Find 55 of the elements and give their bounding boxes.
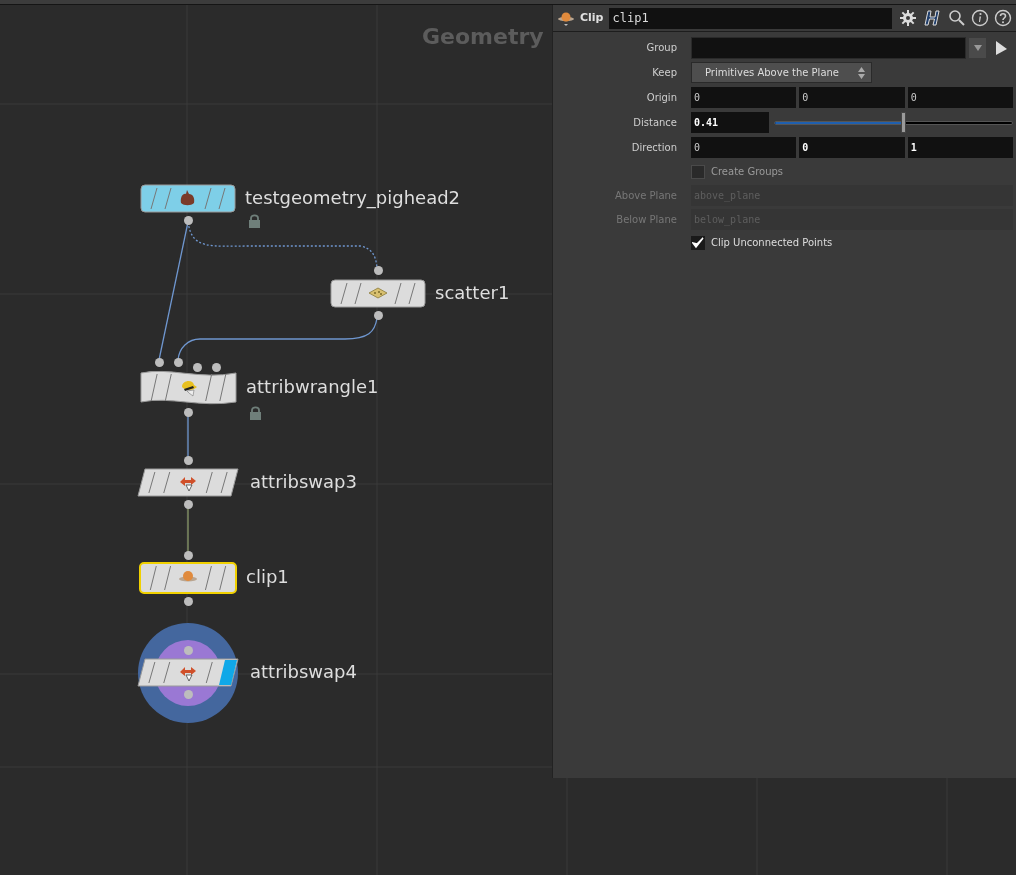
- output-connector[interactable]: [184, 408, 193, 417]
- output-connector[interactable]: [183, 216, 193, 225]
- input-connector[interactable]: [183, 645, 193, 655]
- checkbox-label: Clip Unconnected Points: [711, 236, 833, 250]
- info-icon[interactable]: [971, 9, 989, 27]
- number-field[interactable]: 0: [691, 137, 797, 158]
- h-logo-icon[interactable]: [923, 8, 943, 28]
- node-label: scatter1: [435, 283, 510, 302]
- node-label: attribswap4: [250, 662, 357, 681]
- checkbox-label: Create Groups: [711, 165, 784, 179]
- parameter-label: Below Plane: [615, 212, 677, 227]
- node-type-label: Clip: [579, 9, 605, 26]
- output-connector[interactable]: [183, 597, 193, 606]
- node-label: attribswap3: [250, 472, 357, 491]
- display-flag-tab[interactable]: [219, 660, 237, 685]
- select-arrow-icon[interactable]: [995, 40, 1007, 55]
- parameter-label: Distance: [632, 116, 677, 130]
- number-field[interactable]: 0: [691, 87, 797, 108]
- gear-icon[interactable]: [898, 8, 918, 28]
- node-body[interactable]: [330, 279, 426, 308]
- node-name-field[interactable]: clip1: [608, 7, 892, 29]
- checkbox[interactable]: [691, 164, 705, 179]
- help-icon[interactable]: [994, 9, 1012, 27]
- parameter-label: Group: [645, 41, 677, 55]
- node-body[interactable]: [140, 370, 237, 405]
- parameter-label: Origin: [645, 91, 677, 105]
- wire: [187, 506, 189, 554]
- output-connector[interactable]: [183, 500, 193, 509]
- node-body[interactable]: [137, 468, 239, 497]
- slider-thumb[interactable]: [900, 111, 906, 133]
- parameter-label: Direction: [630, 141, 677, 155]
- caret-icon: [973, 44, 982, 51]
- checkbox[interactable]: [691, 235, 705, 250]
- node-body[interactable]: [140, 184, 236, 213]
- node-label: testgeometry_pighead2: [245, 188, 461, 207]
- node-body[interactable]: [139, 562, 237, 594]
- dropdown-button[interactable]: [969, 37, 986, 58]
- node-label: clip1: [246, 568, 289, 586]
- number-field[interactable]: 0: [799, 87, 905, 108]
- node-label: attribwrangle1: [246, 377, 379, 396]
- number-field[interactable]: 0.41: [691, 112, 769, 133]
- group-field[interactable]: [691, 36, 966, 59]
- output-connector[interactable]: [373, 311, 383, 320]
- number-field[interactable]: 0: [907, 87, 1013, 108]
- input-connector[interactable]: [183, 455, 193, 465]
- number-field[interactable]: 1: [907, 137, 1013, 158]
- parameter-label: Keep: [651, 66, 677, 80]
- input-connector[interactable]: [373, 265, 383, 275]
- parameter-label: Above Plane: [614, 188, 677, 203]
- up-down-arrows-icon: [858, 66, 865, 79]
- input-connector[interactable]: [183, 550, 193, 560]
- search-icon[interactable]: [948, 9, 966, 27]
- node-body[interactable]: [137, 658, 239, 687]
- menu-button[interactable]: Primitives Above the Plane: [691, 62, 872, 83]
- number-field[interactable]: 0: [799, 137, 905, 158]
